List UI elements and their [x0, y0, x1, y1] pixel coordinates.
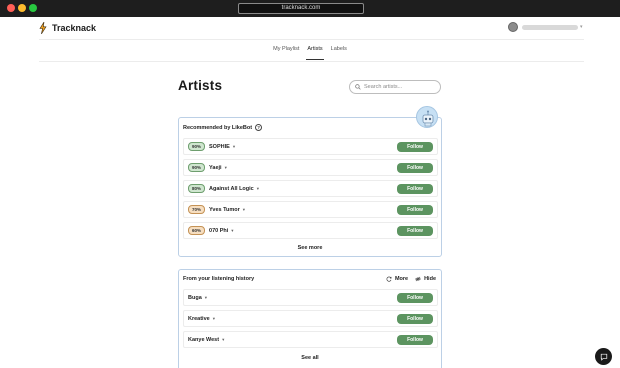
follow-button[interactable]: Follow [397, 142, 433, 152]
nav-tabs: My Playlist Artists Labels [0, 46, 620, 60]
minimize-window-button[interactable] [18, 4, 26, 12]
chevron-down-icon[interactable]: ▾ [243, 207, 245, 213]
recommended-title: Recommended by LikeBot ? [183, 124, 263, 131]
list-item: Kanye West ▾ Follow [183, 331, 438, 348]
list-item: 90% Yaeji ▾ Follow [183, 159, 438, 176]
follow-button[interactable]: Follow [397, 314, 433, 324]
chat-icon [600, 353, 607, 361]
artist-name[interactable]: Kreative [188, 316, 210, 322]
more-button[interactable]: More [386, 276, 408, 282]
recommended-title-text: Recommended by LikeBot [183, 124, 253, 131]
lightning-logo-icon [39, 22, 47, 34]
list-item: 60% 070 Phi ▾ Follow [183, 222, 438, 239]
maximize-window-button[interactable] [29, 4, 37, 12]
chevron-down-icon[interactable]: ▾ [233, 144, 235, 150]
follow-button[interactable]: Follow [397, 335, 433, 345]
close-window-button[interactable] [7, 4, 15, 12]
chevron-down-icon[interactable]: ▾ [222, 337, 224, 343]
app-name: Tracknack [52, 23, 97, 33]
chevron-down-icon[interactable]: ▾ [231, 228, 233, 234]
user-name-placeholder [522, 24, 578, 30]
page-title: Artists [178, 78, 223, 93]
tab-labels[interactable]: Labels [331, 46, 347, 60]
tabs-divider [39, 61, 584, 62]
app-logo[interactable]: Tracknack [39, 22, 96, 34]
chevron-down-icon[interactable]: ▾ [213, 316, 215, 322]
follow-button[interactable]: Follow [397, 293, 433, 303]
match-badge: 90% [188, 142, 206, 151]
history-card: From your listening history More Hide Bu… [178, 269, 442, 368]
likebot-avatar [416, 106, 438, 128]
follow-button[interactable]: Follow [397, 163, 433, 173]
match-badge: 80% [188, 184, 206, 193]
artist-name[interactable]: Against All Logic [209, 186, 254, 192]
chevron-down-icon[interactable]: ▾ [205, 295, 207, 301]
tab-my-playlist[interactable]: My Playlist [273, 46, 299, 60]
artist-name[interactable]: Yaeji [209, 165, 222, 171]
chevron-down-icon[interactable]: ▾ [225, 165, 227, 171]
history-actions: More Hide [379, 276, 436, 282]
see-all-link[interactable]: See all [179, 355, 441, 361]
artist-name[interactable]: SOPHIE [209, 144, 230, 150]
artist-name[interactable]: Buga [188, 295, 202, 301]
refresh-icon [386, 276, 392, 282]
header-divider [39, 39, 584, 40]
search-box[interactable] [349, 80, 441, 94]
artist-name[interactable]: Yves Tumor [209, 207, 240, 213]
artist-name[interactable]: 070 Phi [209, 228, 228, 234]
list-item: Buga ▾ Follow [183, 289, 438, 306]
chevron-down-icon[interactable]: ▾ [257, 186, 259, 192]
artist-name[interactable]: Kanye West [188, 337, 219, 343]
match-badge: 70% [188, 205, 206, 214]
match-badge: 60% [188, 226, 206, 235]
chat-button[interactable] [595, 348, 612, 365]
eye-off-icon [415, 276, 421, 282]
more-label: More [394, 276, 409, 282]
list-item: 80% Against All Logic ▾ Follow [183, 180, 438, 197]
recommended-card: Recommended by LikeBot ? 90% SOPHIE ▾ Fo… [178, 106, 442, 257]
list-item: 90% SOPHIE ▾ Follow [183, 138, 438, 155]
history-title: From your listening history [183, 276, 255, 282]
hide-label: Hide [424, 276, 436, 282]
hide-button[interactable]: Hide [415, 276, 436, 282]
see-more-link[interactable]: See more [179, 245, 441, 251]
chevron-down-icon: ▾ [580, 24, 583, 30]
follow-button[interactable]: Follow [397, 205, 433, 215]
browser-chrome: tracknack.com [0, 0, 620, 17]
page: Tracknack ▾ My Playlist Artists Labels A… [0, 17, 620, 368]
address-bar[interactable]: tracknack.com [238, 3, 364, 14]
match-badge: 90% [188, 163, 206, 172]
list-item: 70% Yves Tumor ▾ Follow [183, 201, 438, 218]
follow-button[interactable]: Follow [397, 184, 433, 194]
robot-icon [422, 110, 434, 127]
help-icon[interactable]: ? [255, 124, 263, 131]
list-item: Kreative ▾ Follow [183, 310, 438, 327]
search-input[interactable] [364, 84, 438, 90]
tab-artists[interactable]: Artists [306, 46, 324, 60]
search-icon [355, 84, 361, 90]
user-menu[interactable]: ▾ [508, 22, 583, 32]
avatar [508, 22, 518, 32]
follow-button[interactable]: Follow [397, 226, 433, 236]
